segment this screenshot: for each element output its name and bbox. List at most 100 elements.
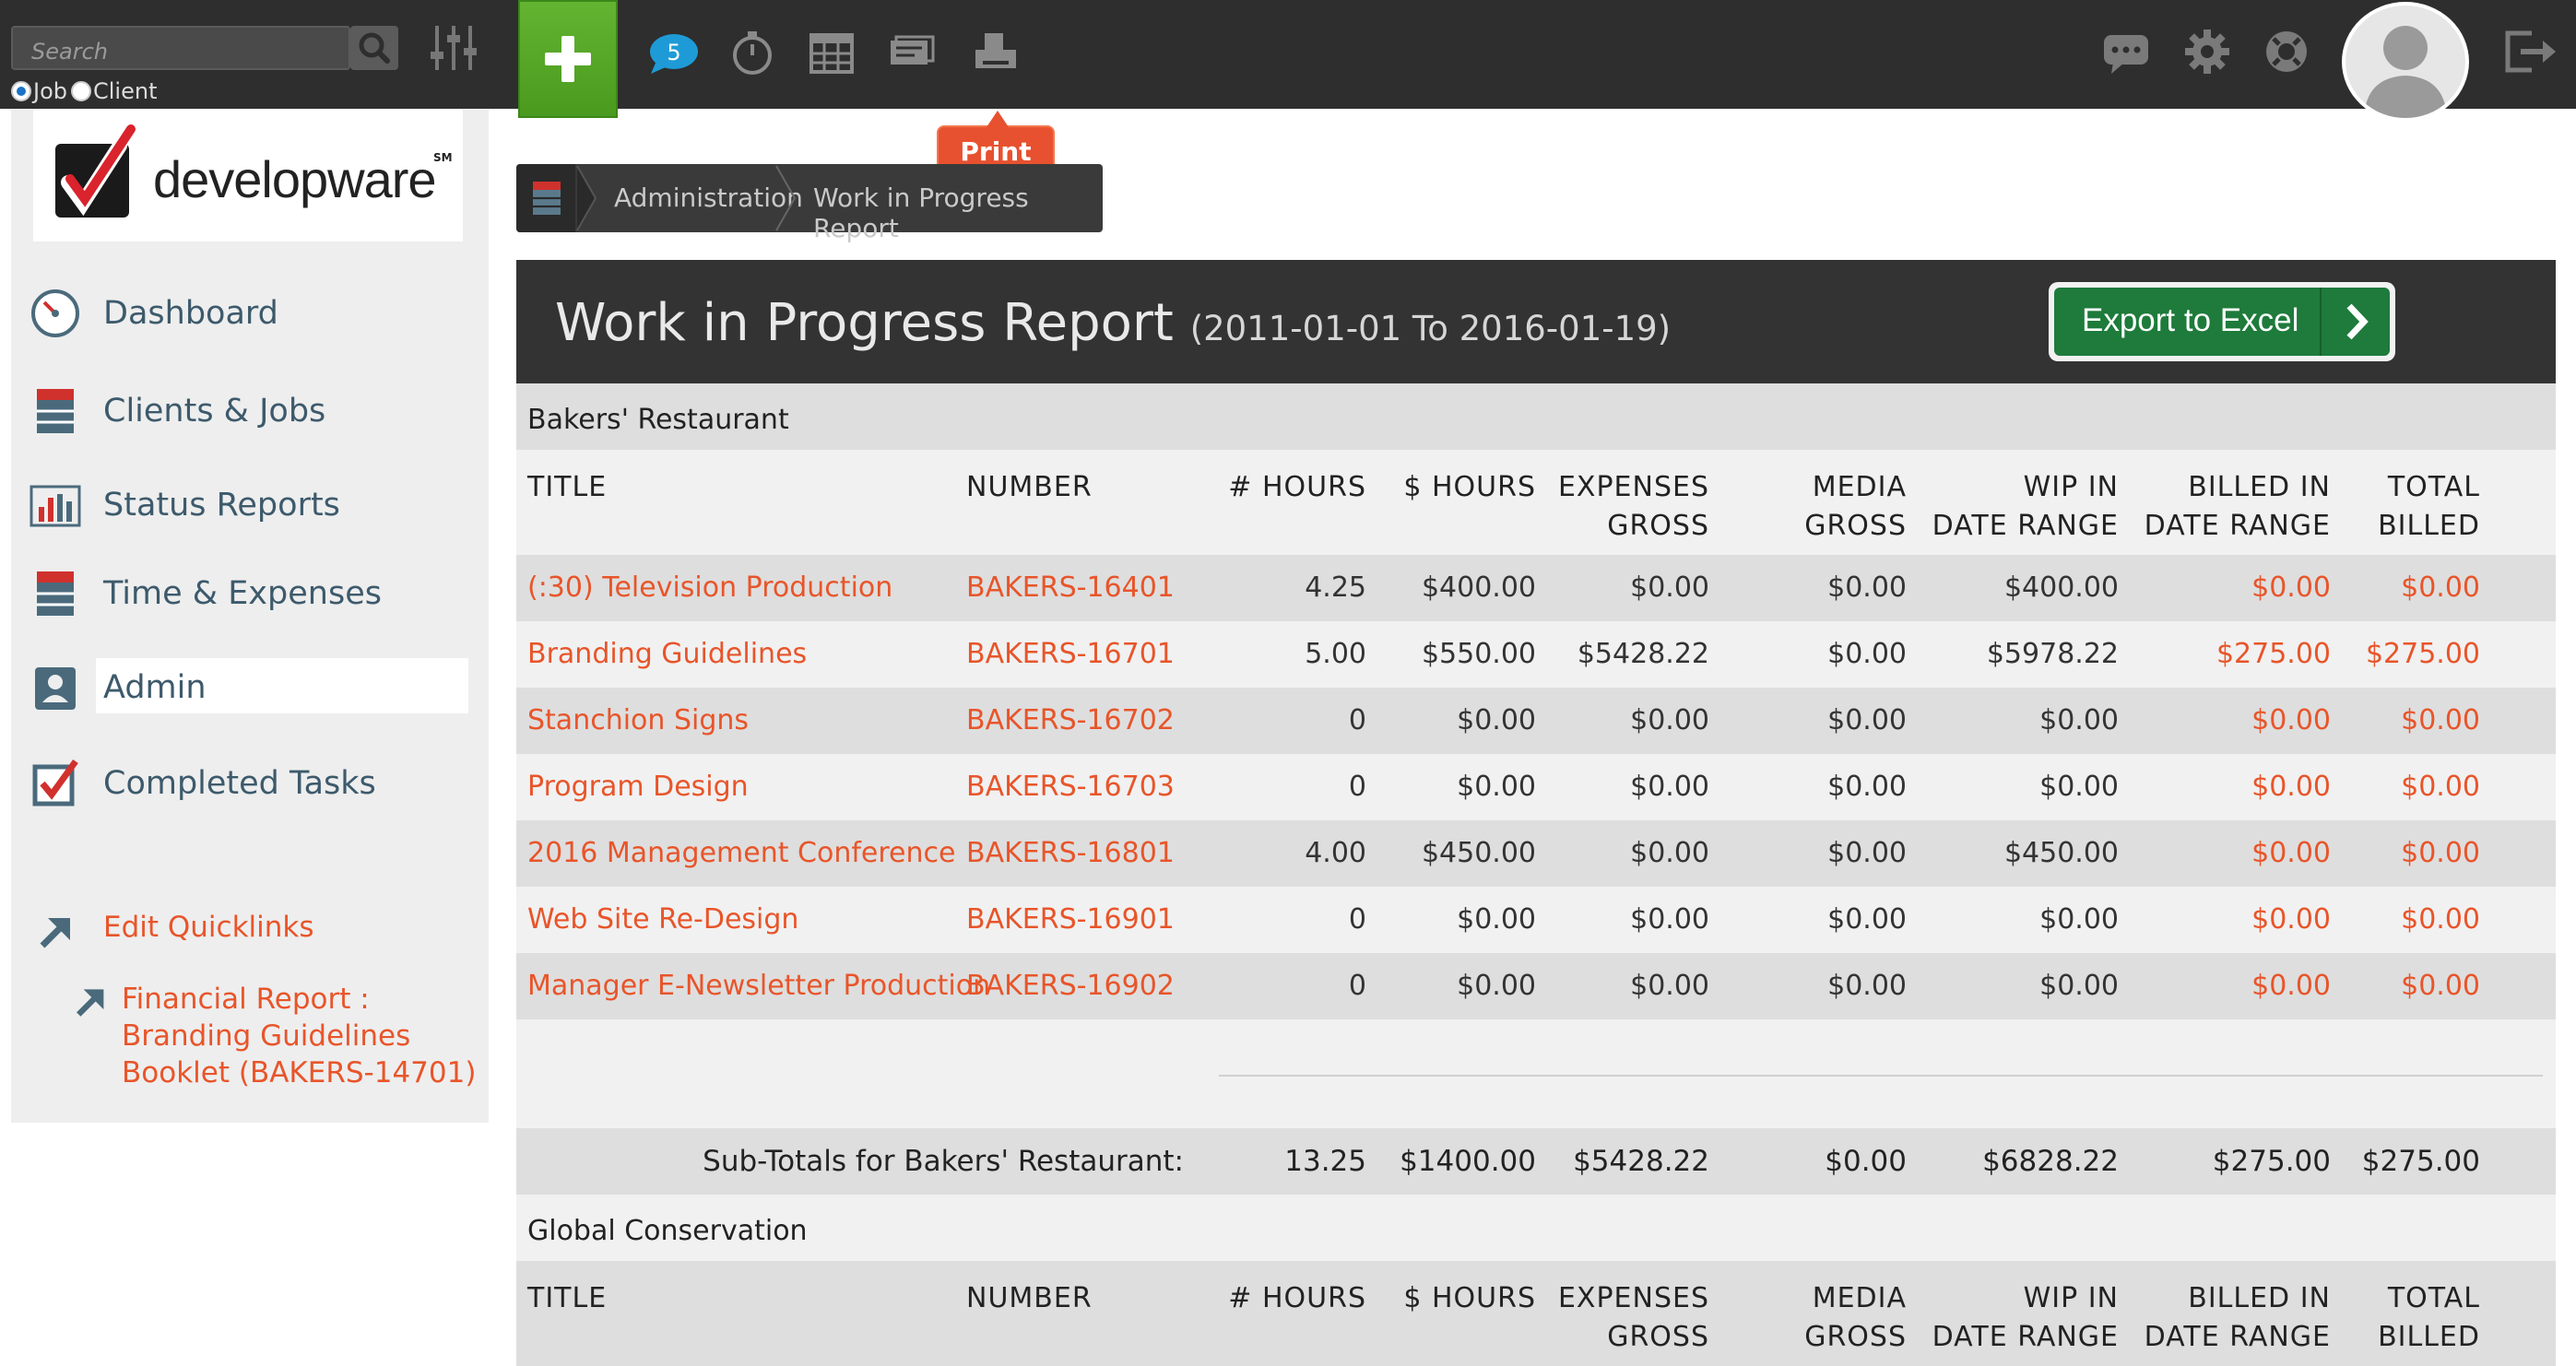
id-badge-icon <box>35 667 76 710</box>
col-expenses-line1: EXPENSES <box>1557 471 1709 503</box>
sidebar-item-label: Time & Expenses <box>103 575 382 612</box>
client-radio-label: Client <box>93 78 158 104</box>
sidebar-item-status-reports[interactable]: Status Reports <box>11 474 489 533</box>
cell-billed-link[interactable]: $275.00 <box>2216 638 2331 670</box>
breadcrumb-home[interactable] <box>516 164 575 232</box>
col-billed: BILLED IN DATE RANGE <box>2145 1279 2331 1357</box>
job-title-link[interactable]: Stanchion Signs <box>527 704 749 736</box>
cell-wip: $400.00 <box>2003 571 2119 604</box>
cell-hours: 5.00 <box>1305 638 1366 670</box>
table-header: TITLE NUMBER # HOURS $ HOURS EXPENSES GRO… <box>516 450 2556 555</box>
sidebar-item-completed-tasks[interactable]: Completed Tasks <box>11 752 489 811</box>
cell-billed-link[interactable]: $0.00 <box>2251 771 2331 803</box>
job-number-link[interactable]: BAKERS-16901 <box>966 903 1175 936</box>
job-number-link[interactable]: BAKERS-16902 <box>966 970 1175 1002</box>
cell-hours: 0 <box>1348 771 1366 803</box>
col-expenses: EXPENSES GROSS <box>1558 468 1709 546</box>
job-number-link[interactable]: BAKERS-16703 <box>966 771 1175 803</box>
client-name: Global Conservation <box>527 1215 808 1247</box>
bar-chart-icon <box>30 485 81 527</box>
sidebar-item-dashboard[interactable]: Dashboard <box>11 282 489 341</box>
job-title-link[interactable]: Manager E-Newsletter Production <box>527 970 990 1002</box>
col-media: MEDIA GROSS <box>1804 468 1907 546</box>
report-header: Work in Progress Report (2011-01-01 To 2… <box>516 260 2556 383</box>
cell-dollar-hours: $0.00 <box>1457 970 1536 1002</box>
cell-billed-link[interactable]: $0.00 <box>2251 903 2331 936</box>
col-number: NUMBER <box>966 1282 1093 1314</box>
cell-total-link[interactable]: $275.00 <box>2366 638 2480 670</box>
cell-expenses: $0.00 <box>1630 970 1709 1002</box>
job-number-link[interactable]: BAKERS-16401 <box>966 571 1175 604</box>
col-media-line1: MEDIA <box>1812 1282 1907 1314</box>
cell-total-link[interactable]: $0.00 <box>2401 837 2480 869</box>
sidebar-item-label: Completed Tasks <box>103 765 376 802</box>
avatar[interactable] <box>2342 2 2469 122</box>
messages-button[interactable]: 5 <box>647 31 701 76</box>
col-billed-line1: BILLED IN <box>2188 1282 2331 1314</box>
col-number: NUMBER <box>966 471 1093 503</box>
search-icon <box>359 32 390 64</box>
subtotal-hours: 13.25 <box>1284 1145 1366 1178</box>
job-title-link[interactable]: Web Site Re-Design <box>527 903 798 936</box>
cell-billed-link[interactable]: $0.00 <box>2251 970 2331 1002</box>
breadcrumb-item[interactable]: Work in Progress Report <box>813 183 1103 243</box>
cell-total-link[interactable]: $0.00 <box>2401 771 2480 803</box>
print-icon[interactable] <box>970 26 1022 77</box>
cell-expenses: $0.00 <box>1630 903 1709 936</box>
sidebar-item-time-expenses[interactable]: Time & Expenses <box>11 562 489 621</box>
cell-wip: $450.00 <box>2003 837 2119 869</box>
cell-wip: $0.00 <box>2039 903 2119 936</box>
cell-total-link[interactable]: $0.00 <box>2401 903 2480 936</box>
filter-icon[interactable] <box>426 20 481 76</box>
cell-wip: $0.00 <box>2039 704 2119 736</box>
sidebar-item-clients-jobs[interactable]: Clients & Jobs <box>11 380 489 439</box>
edit-quicklinks-link[interactable]: Edit Quicklinks <box>103 911 314 944</box>
job-number-link[interactable]: BAKERS-16701 <box>966 638 1175 670</box>
job-title-link[interactable]: Program Design <box>527 771 749 803</box>
logout-icon[interactable] <box>2500 26 2559 77</box>
col-total-line2: BILLED <box>2378 510 2480 542</box>
table-row: Web Site Re-Design BAKERS-16901 0 $0.00 $0.0… <box>516 887 2556 953</box>
cell-total-link[interactable]: $0.00 <box>2401 970 2480 1002</box>
chat-icon[interactable] <box>2100 26 2152 77</box>
search-button[interactable] <box>350 26 398 70</box>
cell-billed-link[interactable]: $0.00 <box>2251 837 2331 869</box>
add-button[interactable] <box>518 0 618 118</box>
sidebar-item-admin[interactable]: Admin <box>11 658 489 717</box>
settings-icon[interactable] <box>2181 26 2233 77</box>
job-number-link[interactable]: BAKERS-16801 <box>966 837 1175 869</box>
job-title-link[interactable]: 2016 Management Conference <box>527 837 955 869</box>
search-input[interactable]: Search <box>11 26 350 70</box>
job-number-link[interactable]: BAKERS-16702 <box>966 704 1175 736</box>
timer-icon[interactable] <box>727 26 778 77</box>
subtotal-expenses: $5428.22 <box>1573 1145 1709 1178</box>
cell-billed-link[interactable]: $0.00 <box>2251 571 2331 604</box>
col-total: TOTAL BILLED <box>2378 1279 2480 1357</box>
breadcrumb-chevron-icon <box>775 165 797 231</box>
job-title-link[interactable]: (:30) Television Production <box>527 571 892 604</box>
job-radio-label: Job <box>33 78 67 104</box>
cell-hours: 0 <box>1348 970 1366 1002</box>
cell-expenses: $0.00 <box>1630 771 1709 803</box>
job-title-link[interactable]: Branding Guidelines <box>527 638 807 670</box>
invoice-icon[interactable] <box>887 26 939 77</box>
cell-dollar-hours: $400.00 <box>1421 571 1536 604</box>
breadcrumb-chevron-icon <box>576 165 597 231</box>
checkbox-icon <box>32 759 78 807</box>
cell-total-link[interactable]: $0.00 <box>2401 571 2480 604</box>
export-to-excel-button[interactable]: Export to Excel <box>2049 282 2395 361</box>
col-wip: WIP IN DATE RANGE <box>1932 1279 2119 1357</box>
page-title: Work in Progress Report (2011-01-01 To 2… <box>555 293 1671 353</box>
job-radio[interactable] <box>11 81 31 101</box>
cell-billed-link[interactable]: $0.00 <box>2251 704 2331 736</box>
arrow-up-right-icon <box>76 989 104 1017</box>
help-icon[interactable] <box>2261 26 2312 77</box>
quicklink-item[interactable]: Financial Report : Branding Guidelines B… <box>122 981 481 1091</box>
developware-logo-mark <box>55 124 136 218</box>
logo: developware SM <box>33 109 463 241</box>
client-radio[interactable] <box>71 81 91 101</box>
cell-dollar-hours: $550.00 <box>1421 638 1536 670</box>
calendar-icon[interactable] <box>806 26 857 77</box>
cell-total-link[interactable]: $0.00 <box>2401 704 2480 736</box>
cell-hours: 4.25 <box>1305 571 1366 604</box>
